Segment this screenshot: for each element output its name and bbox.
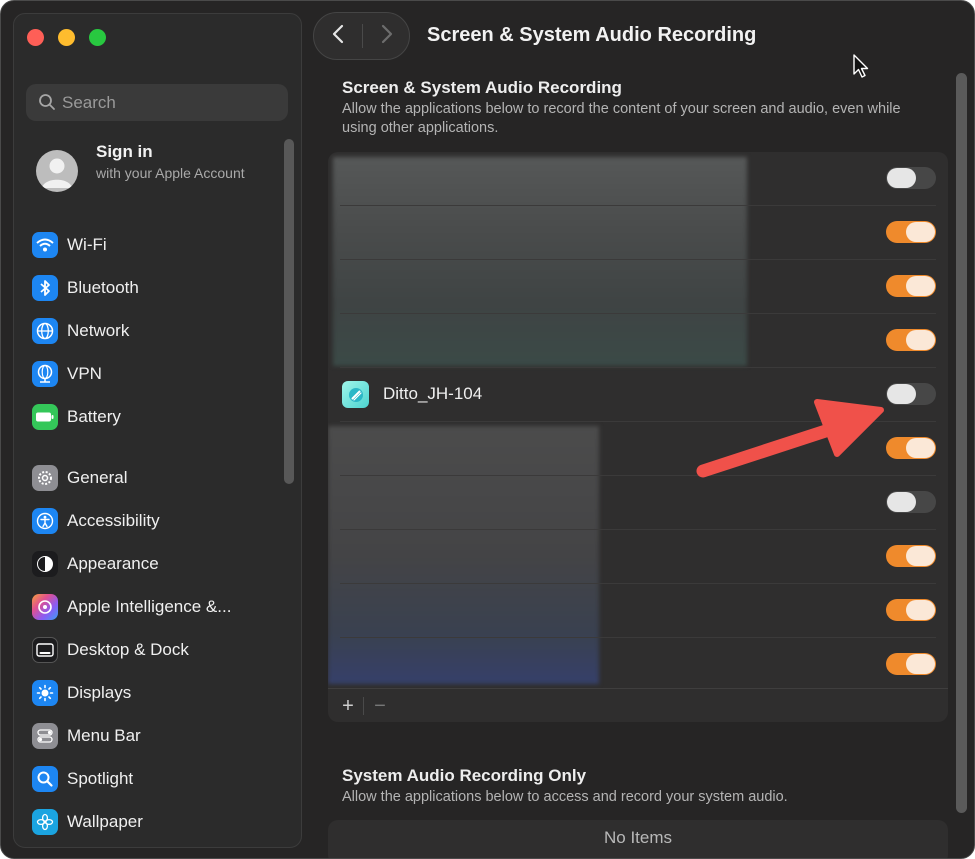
sidebar-item-menu-bar[interactable]: Menu Bar [32,719,272,753]
list-footer: + − [328,688,948,722]
page-title: Screen & System Audio Recording [427,24,757,46]
app-name: Ditto_JH-104 [383,384,483,403]
bluetooth-icon [32,275,58,301]
section-title-screen-recording: Screen & System Audio Recording [342,78,622,97]
sidebar-item-vpn[interactable]: VPN [32,357,272,391]
sidebar-item-label: Apple Intelligence &... [67,597,232,616]
menubar-toggle-icon [32,723,58,749]
account-title: Sign in [96,142,153,161]
sidebar-item-appearance[interactable]: Appearance [32,547,272,581]
section-description-system-audio: Allow the applications below to access a… [342,789,788,805]
sidebar-item-desktop-dock[interactable]: Desktop & Dock [32,633,272,667]
permission-toggle[interactable] [886,599,936,621]
close-window-button[interactable] [27,29,44,46]
back-button[interactable] [314,13,362,59]
sidebar: Sign in with your Apple Account Wi-Fi Bl… [13,13,302,848]
ditto-permission-toggle[interactable] [886,383,936,405]
sun-icon [32,680,58,706]
globe-icon [32,318,58,344]
list-item [328,260,948,314]
permission-toggle[interactable] [886,653,936,675]
sidebar-item-wifi[interactable]: Wi-Fi [32,228,272,262]
sidebar-item-label: Appearance [67,554,159,573]
minimize-window-button[interactable] [58,29,75,46]
permission-toggle[interactable] [886,437,936,459]
accessibility-icon [32,508,58,534]
search-icon [38,93,56,116]
wifi-icon [32,232,58,258]
sidebar-item-apple-intelligence[interactable]: Apple Intelligence &... [32,590,272,624]
sidebar-item-label: Network [67,321,130,340]
permission-toggle[interactable] [886,167,936,189]
list-item [328,584,948,638]
permission-toggle[interactable] [886,329,936,351]
ditto-app-icon [342,381,369,408]
list-item [328,530,948,584]
permission-toggle[interactable] [886,221,936,243]
list-item [328,638,948,692]
minus-icon: − [374,694,386,717]
forward-button[interactable] [363,13,411,59]
permission-toggle[interactable] [886,491,936,513]
content-scrollbar[interactable] [956,73,967,813]
sidebar-item-label: Wi-Fi [67,235,107,254]
sidebar-item-label: Battery [67,407,121,426]
zoom-window-button[interactable] [89,29,106,46]
settings-window: Sign in with your Apple Account Wi-Fi Bl… [0,0,975,859]
sidebar-item-battery[interactable]: Battery [32,400,272,434]
sidebar-item-label: Accessibility [67,511,160,530]
sidebar-item-bluetooth[interactable]: Bluetooth [32,271,272,305]
sidebar-item-general[interactable]: General [32,461,272,495]
red-arrow-annotation-icon [691,396,891,491]
apple-account-signin[interactable]: Sign in with your Apple Account [36,142,276,210]
sidebar-item-label: Spotlight [67,769,134,788]
search-input[interactable] [62,92,272,113]
mouse-pointer-icon [853,54,869,85]
list-item [328,206,948,260]
appearance-icon [32,551,58,577]
vpn-globe-icon [32,361,58,387]
account-subtitle: with your Apple Account [96,165,245,181]
sidebar-item-accessibility[interactable]: Accessibility [32,504,272,538]
list-item [328,152,948,206]
gear-icon [32,465,58,491]
avatar [36,150,78,192]
add-app-button[interactable]: + [336,694,360,718]
sidebar-item-label: General [67,468,128,487]
sidebar-item-label: Wallpaper [67,812,143,831]
list-item [328,314,948,368]
sidebar-item-network[interactable]: Network [32,314,272,348]
battery-icon [32,404,58,430]
plus-icon: + [342,694,354,717]
history-nav [313,12,410,60]
chevron-right-icon [381,24,393,49]
chevron-left-icon [332,24,344,49]
apple-intelligence-icon [32,594,58,620]
remove-app-button[interactable]: − [368,694,392,718]
system-audio-app-list: No Items [328,820,948,858]
dock-icon [32,637,58,663]
permission-toggle[interactable] [886,545,936,567]
sidebar-item-label: VPN [67,364,102,383]
magnifier-icon [32,766,58,792]
search-field[interactable] [26,84,288,121]
section-description-screen-recording: Allow the applications below to record t… [342,101,901,136]
sidebar-item-label: Menu Bar [67,726,141,745]
sidebar-item-wallpaper[interactable]: Wallpaper [32,805,272,839]
sidebar-scrollbar[interactable] [284,139,294,484]
sidebar-item-label: Displays [67,683,132,702]
flower-icon [32,809,58,835]
sidebar-item-label: Bluetooth [67,278,139,297]
empty-state-text: No Items [603,828,673,847]
permission-toggle[interactable] [886,275,936,297]
section-title-system-audio: System Audio Recording Only [342,766,587,785]
sidebar-item-label: Desktop & Dock [67,640,189,659]
sidebar-item-spotlight[interactable]: Spotlight [32,762,272,796]
sidebar-item-displays[interactable]: Displays [32,676,272,710]
